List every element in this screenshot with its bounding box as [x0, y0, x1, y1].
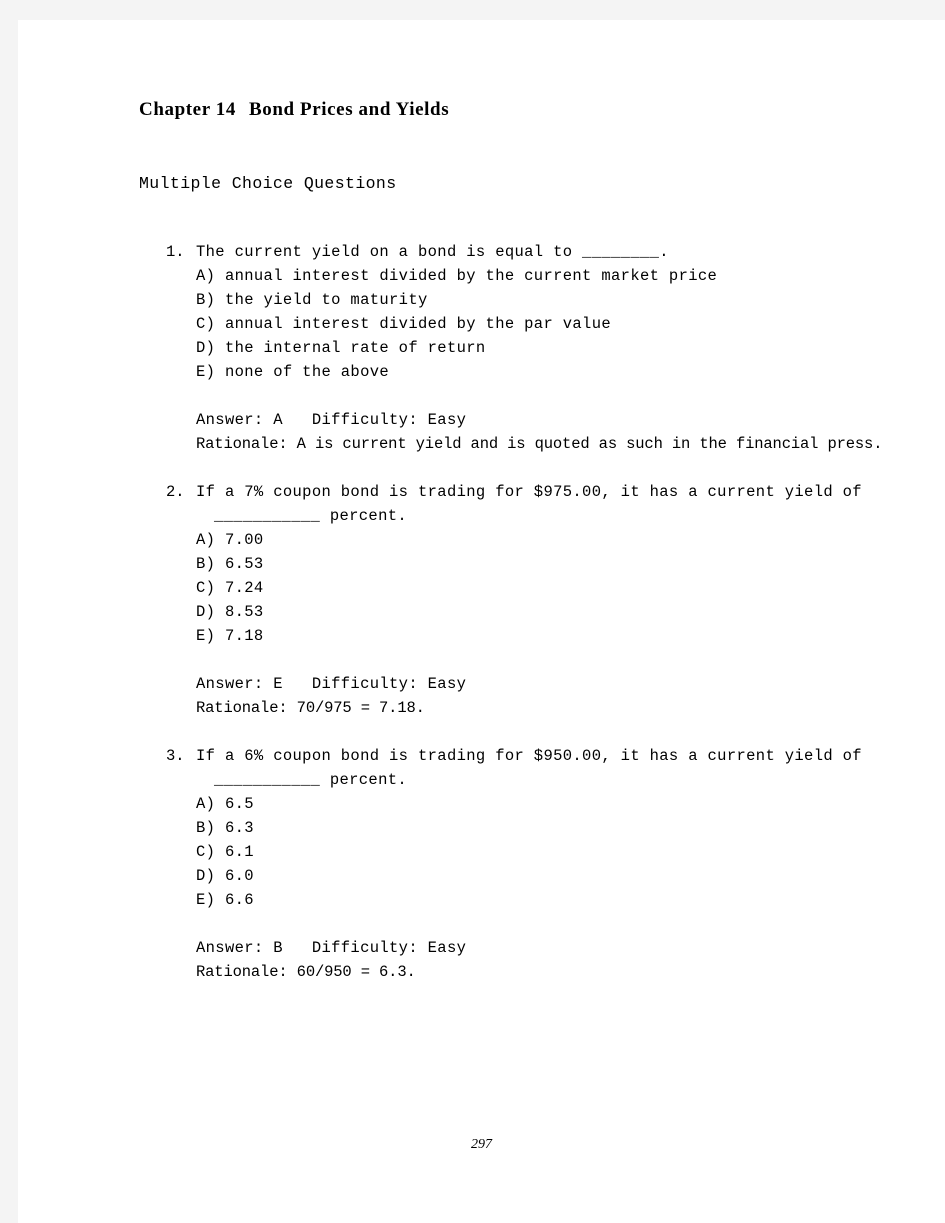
- answer-option[interactable]: C) annual interest divided by the par va…: [18, 312, 945, 336]
- answer-option-label: A) 6.5: [196, 795, 254, 813]
- answer-option[interactable]: A) annual interest divided by the curren…: [18, 264, 945, 288]
- answer-option-label: B) 6.53: [196, 555, 264, 573]
- page-title: Chapter 14 Bond Prices and Yields: [139, 99, 449, 121]
- answer-option[interactable]: A) 7.00: [18, 528, 945, 552]
- answer-option[interactable]: C) 6.1: [18, 840, 945, 864]
- question-text-continued: ___________ percent.: [214, 771, 408, 789]
- rationale-line: Rationale: A is current yield and is quo…: [18, 432, 945, 456]
- answer-line: Answer: A Difficulty: Easy: [18, 408, 945, 432]
- answer-option-label: D) 8.53: [196, 603, 264, 621]
- answer-option[interactable]: E) 6.6: [18, 888, 945, 912]
- question-number: 1.: [166, 243, 185, 261]
- question-text: If a 6% coupon bond is trading for $950.…: [196, 747, 862, 765]
- answer-option-label: C) 7.24: [196, 579, 264, 597]
- question-number: 2.: [166, 483, 185, 501]
- rationale-line: Rationale: 60/950 = 6.3.: [18, 960, 945, 984]
- rationale-text: Rationale: A is current yield and is quo…: [196, 435, 883, 453]
- question-text: If a 7% coupon bond is trading for $975.…: [196, 483, 862, 501]
- chapter-label: Chapter 14: [139, 99, 236, 120]
- answer-option-label: A) 7.00: [196, 531, 264, 549]
- answer-line: Answer: E Difficulty: Easy: [18, 672, 945, 696]
- answer-text: Answer: E Difficulty: Easy: [196, 675, 467, 693]
- answer-text: Answer: A Difficulty: Easy: [196, 411, 467, 429]
- rationale-line: Rationale: 70/975 = 7.18.: [18, 696, 945, 720]
- answer-option[interactable]: E) 7.18: [18, 624, 945, 648]
- answer-option-label: D) 6.0: [196, 867, 254, 885]
- answer-option[interactable]: B) 6.53: [18, 552, 945, 576]
- rationale-text: Rationale: 60/950 = 6.3.: [196, 963, 416, 981]
- answer-option[interactable]: E) none of the above: [18, 360, 945, 384]
- answer-option[interactable]: D) the internal rate of return: [18, 336, 945, 360]
- answer-option-label: C) annual interest divided by the par va…: [196, 315, 612, 333]
- answer-option-label: C) 6.1: [196, 843, 254, 861]
- document-page: Chapter 14 Bond Prices and Yields Multipl…: [18, 20, 945, 1223]
- answer-option-label: E) none of the above: [196, 363, 390, 381]
- question-text: The current yield on a bond is equal to …: [196, 243, 669, 261]
- question-stem-line: 1. The current yield on a bond is equal t…: [18, 240, 945, 264]
- question-stem-line: 2. If a 7% coupon bond is trading for $97…: [18, 480, 945, 504]
- section-heading: Multiple Choice Questions: [139, 174, 397, 193]
- answer-option-label: B) the yield to maturity: [196, 291, 428, 309]
- answer-option[interactable]: D) 6.0: [18, 864, 945, 888]
- answer-option[interactable]: A) 6.5: [18, 792, 945, 816]
- answer-line: Answer: B Difficulty: Easy: [18, 936, 945, 960]
- answer-option-label: E) 7.18: [196, 627, 264, 645]
- answer-option[interactable]: B) the yield to maturity: [18, 288, 945, 312]
- rationale-text: Rationale: 70/975 = 7.18.: [196, 699, 425, 717]
- chapter-title-text: Bond Prices and Yields: [248, 99, 450, 120]
- answer-option-label: D) the internal rate of return: [196, 339, 486, 357]
- answer-option-label: E) 6.6: [196, 891, 254, 909]
- question-stem-continuation-line: ___________ percent.: [18, 504, 945, 528]
- question-stem-continuation-line: ___________ percent.: [18, 768, 945, 792]
- question-text-continued: ___________ percent.: [214, 507, 408, 525]
- question-number: 3.: [166, 747, 185, 765]
- answer-text: Answer: B Difficulty: Easy: [196, 939, 467, 957]
- answer-option[interactable]: C) 7.24: [18, 576, 945, 600]
- answer-option-label: A) annual interest divided by the curren…: [196, 267, 718, 285]
- answer-option[interactable]: B) 6.3: [18, 816, 945, 840]
- answer-option-label: B) 6.3: [196, 819, 254, 837]
- answer-option[interactable]: D) 8.53: [18, 600, 945, 624]
- page-number-footer: 297: [471, 1137, 492, 1152]
- question-stem-line: 3. If a 6% coupon bond is trading for $95…: [18, 744, 945, 768]
